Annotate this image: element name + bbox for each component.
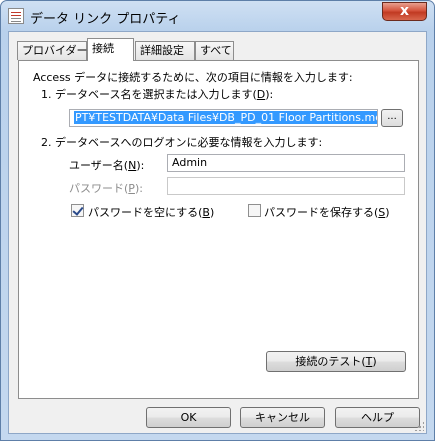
database-label: 1. データベース名を選択または入力します(D): <box>41 86 273 102</box>
password-label-accesskey: P <box>128 182 135 195</box>
password-label-suffix: ): <box>134 182 143 195</box>
test-connection-text: 接続のテスト( <box>295 355 366 368</box>
cancel-label: キャンセル <box>255 411 310 424</box>
test-connection-button[interactable]: 接続のテスト(T) <box>266 351 406 372</box>
window-title: データ リンク プロパティ <box>30 12 181 27</box>
test-connection-suffix: ) <box>372 355 377 368</box>
tab-label: 詳細設定 <box>140 44 184 57</box>
logon-info-label: 2. データベースへのログオンに必要な情報を入力します: <box>41 136 323 149</box>
cancel-button[interactable]: キャンセル <box>240 407 325 428</box>
tab-label: すべて <box>200 44 232 57</box>
ellipsis-icon: ... <box>387 111 397 122</box>
database-name-input[interactable]: PT¥TESTDATA¥Data Files¥DB_PD_01 Floor Pa… <box>69 109 378 127</box>
password-label-text: パスワード( <box>69 182 129 195</box>
tab-label: 接続 <box>92 42 114 55</box>
help-button[interactable]: ヘルプ <box>335 407 420 428</box>
tab-label: プロバイダー <box>22 44 88 57</box>
title-bar[interactable]: データ リンク プロパティ x <box>1 1 434 31</box>
save-password-label[interactable]: パスワードを保存する(S) <box>264 204 390 220</box>
save-password-checkbox[interactable] <box>248 204 261 217</box>
blank-password-accesskey: B <box>202 206 210 219</box>
data-link-properties-window: データ リンク プロパティ x プロバイダー 接続 詳細設定 すべて Acces… <box>0 0 435 441</box>
blank-password-checkbox[interactable] <box>71 204 84 217</box>
tab-connection[interactable]: 接続 <box>87 38 134 61</box>
data-link-icon <box>8 8 24 24</box>
database-name-value: PT¥TESTDATA¥Data Files¥DB_PD_01 Floor Pa… <box>74 111 377 124</box>
username-label-suffix: ): <box>136 159 145 172</box>
close-button[interactable]: x <box>382 2 427 21</box>
dialog-body: プロバイダー 接続 詳細設定 すべて Access データに接続するために、次の… <box>8 31 427 434</box>
username-value: Admin <box>172 156 208 169</box>
intro-text: Access データに接続するために、次の項目に情報を入力します: <box>33 71 353 84</box>
tab-provider[interactable]: プロバイダー <box>17 41 88 60</box>
database-label-text: 1. データベース名を選択または入力します( <box>41 88 257 101</box>
close-icon: x <box>399 3 410 19</box>
database-label-accesskey: D <box>256 88 266 101</box>
blank-password-suffix: ) <box>209 206 215 219</box>
connection-panel: Access データに接続するために、次の項目に情報を入力します: 1. データ… <box>18 60 419 399</box>
database-label-suffix: ): <box>265 88 274 101</box>
browse-button[interactable]: ... <box>381 109 403 127</box>
tab-all[interactable]: すべて <box>195 41 234 60</box>
save-password-text: パスワードを保存する( <box>264 206 379 219</box>
password-label: パスワード(P): <box>69 180 143 196</box>
username-input[interactable]: Admin <box>167 154 405 172</box>
tab-advanced[interactable]: 詳細設定 <box>135 41 195 60</box>
username-label: ユーザー名(N): <box>69 157 144 173</box>
password-input[interactable] <box>167 177 405 195</box>
ok-button[interactable]: OK <box>146 407 231 428</box>
blank-password-text: パスワードを空にする( <box>88 206 203 219</box>
blank-password-label[interactable]: パスワードを空にする(B) <box>88 204 214 220</box>
ok-label: OK <box>180 411 197 424</box>
username-label-text: ユーザー名( <box>69 159 129 172</box>
save-password-suffix: ) <box>385 206 390 219</box>
help-label: ヘルプ <box>361 411 394 424</box>
